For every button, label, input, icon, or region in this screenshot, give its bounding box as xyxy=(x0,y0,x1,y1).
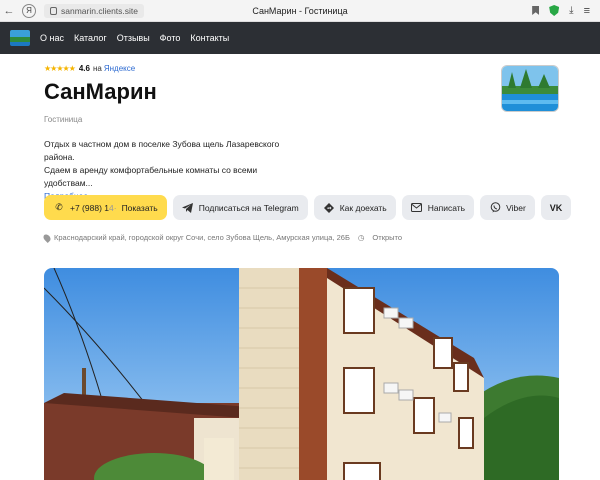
action-buttons: ✆ +7 (988) 14· Показать Подписаться на T… xyxy=(44,195,572,220)
directions-label: Как доехать xyxy=(339,202,387,213)
open-status: Открыто xyxy=(372,233,403,242)
rating-value: 4.6 xyxy=(78,64,90,73)
location-pin-icon xyxy=(42,232,52,243)
lock-icon xyxy=(50,6,57,15)
rating-stars: ★★★★★ xyxy=(44,64,76,73)
write-label: Написать xyxy=(427,202,466,213)
nav-item-about[interactable]: О нас xyxy=(40,33,64,43)
business-description: Отдых в частном дом в поселке Зубова щел… xyxy=(44,138,304,190)
nav-item-contacts[interactable]: Контакты xyxy=(190,33,229,43)
viber-icon xyxy=(489,202,501,214)
nav-item-catalog[interactable]: Каталог xyxy=(74,33,107,43)
viber-label: Viber xyxy=(506,202,526,213)
rating-on: на xyxy=(92,64,102,73)
vk-button[interactable]: VK xyxy=(540,195,572,220)
phone-button[interactable]: ✆ +7 (988) 14· Показать xyxy=(44,195,167,220)
vk-icon: VK xyxy=(549,202,563,213)
hotel-photo[interactable] xyxy=(44,268,559,480)
description-line-1: Отдых в частном дом в поселке Зубова щел… xyxy=(44,139,280,162)
address-text[interactable]: Краснодарский край, городской округ Сочи… xyxy=(54,233,350,242)
yandex-browser-icon[interactable]: Я xyxy=(22,3,36,18)
phone-prefix: +7 (988) 1 xyxy=(70,202,109,213)
download-icon[interactable]: ⤓ xyxy=(569,5,573,16)
rating-source-link[interactable]: Яндексе xyxy=(104,64,135,73)
protect-shield-icon[interactable] xyxy=(549,5,560,16)
phone-masked: 4· xyxy=(109,202,117,213)
back-icon[interactable]: ← xyxy=(0,0,18,22)
telegram-icon xyxy=(182,202,194,214)
telegram-button[interactable]: Подписаться на Telegram xyxy=(172,195,308,220)
bookmark-icon[interactable] xyxy=(532,6,540,15)
site-logo[interactable] xyxy=(10,30,30,46)
nav-item-reviews[interactable]: Отзывы xyxy=(117,33,150,43)
nav-item-photos[interactable]: Фото xyxy=(160,33,181,43)
telegram-label: Подписаться на Telegram xyxy=(198,202,299,213)
viber-button[interactable]: Viber xyxy=(480,195,535,220)
mail-icon xyxy=(411,202,423,214)
address-bar[interactable]: sanmarin.clients.site xyxy=(44,3,145,18)
clock-icon: ◷ xyxy=(357,233,365,242)
browser-toolbar: ← Я sanmarin.clients.site СанМарин - Гос… xyxy=(0,0,600,22)
phone-number: +7 (988) 14· xyxy=(70,203,117,213)
site-nav: О нас Каталог Отзывы Фото Контакты xyxy=(0,22,600,54)
phone-icon: ✆ xyxy=(55,202,63,212)
business-thumbnail[interactable] xyxy=(501,65,559,112)
write-button[interactable]: Написать xyxy=(401,195,475,220)
phone-show-label: Показать xyxy=(121,202,158,213)
directions-button[interactable]: Как доехать xyxy=(313,195,396,220)
address-row: Краснодарский край, городской округ Сочи… xyxy=(42,232,403,243)
url-text: sanmarin.clients.site xyxy=(61,5,139,16)
description-line-2: Сдаем в аренду комфортабельные комнаты с… xyxy=(44,165,258,188)
menu-icon[interactable]: ≡ xyxy=(584,5,590,17)
business-category: Гостиница xyxy=(44,115,83,124)
directions-icon xyxy=(323,202,335,214)
